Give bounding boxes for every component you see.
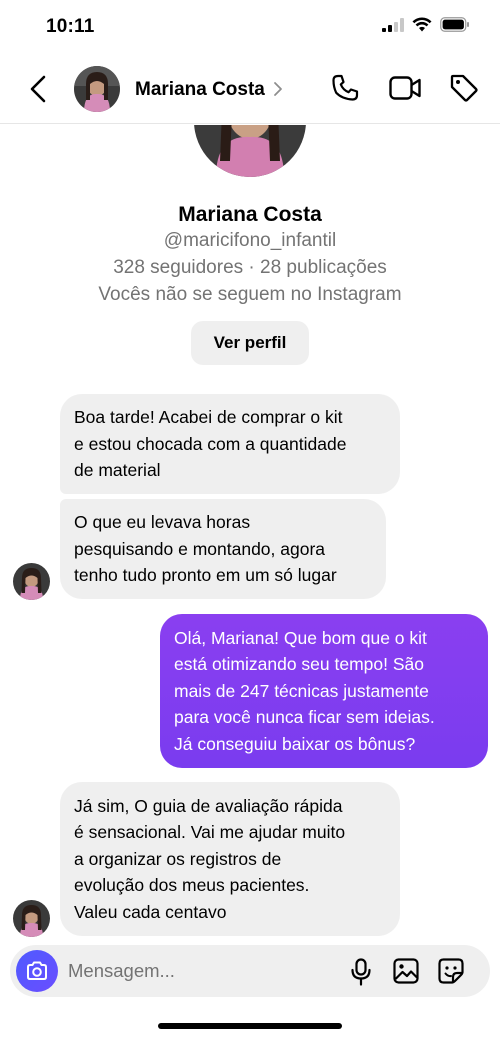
cellular-signal-icon [382,17,404,32]
profile-name: Mariana Costa [178,203,322,226]
follow-status-note: Vocês não se seguem no Instagram [98,284,402,305]
message-text: Olá, Mariana! Que bom que o kit está oti… [174,627,435,754]
header-avatar[interactable] [74,66,120,112]
contact-name[interactable]: Mariana Costa [135,79,265,101]
message-bubble-incoming[interactable]: Já sim, O guia de avaliação rápida é sen… [60,782,400,936]
status-icons [382,17,470,32]
home-indicator[interactable] [158,1023,342,1029]
back-icon[interactable] [26,74,52,104]
message-text: Boa tarde! Acabei de comprar o kit e est… [74,407,347,481]
video-camera-icon[interactable] [389,74,421,102]
camera-icon [27,961,47,980]
sender-avatar[interactable] [13,563,50,600]
status-bar: 10:11 [0,0,500,52]
wifi-icon [412,17,432,32]
sticker-icon[interactable] [438,958,464,984]
message-composer [10,945,490,997]
microphone-icon[interactable] [350,958,372,986]
profile-handle: @maricifono_infantil [163,230,337,251]
tag-icon[interactable] [449,73,479,103]
message-input[interactable] [68,955,328,987]
camera-button[interactable] [16,950,58,992]
phone-icon[interactable] [330,73,360,103]
battery-icon [440,17,469,32]
status-time: 10:11 [46,16,95,37]
chat-header: Mariana Costa [0,52,500,124]
view-profile-button[interactable]: Ver perfil [191,321,309,365]
chevron-right-icon[interactable] [273,81,283,97]
message-bubble-incoming[interactable]: Boa tarde! Acabei de comprar o kit e est… [60,394,400,494]
chat-thread[interactable]: Mariana Costa @maricifono_infantil 328 s… [0,125,500,945]
message-text: O que eu levava horas pesquisando e mont… [74,512,337,586]
sender-avatar[interactable] [13,900,50,937]
message-text: Já sim, O guia de avaliação rápida é sen… [74,795,346,922]
message-bubble-outgoing[interactable]: Olá, Mariana! Que bom que o kit está oti… [160,614,488,768]
gallery-icon[interactable] [393,958,419,984]
profile-avatar[interactable] [194,125,306,177]
message-bubble-incoming[interactable]: O que eu levava horas pesquisando e mont… [60,499,386,599]
profile-stats: 328 seguidores · 28 publicações [113,257,387,278]
